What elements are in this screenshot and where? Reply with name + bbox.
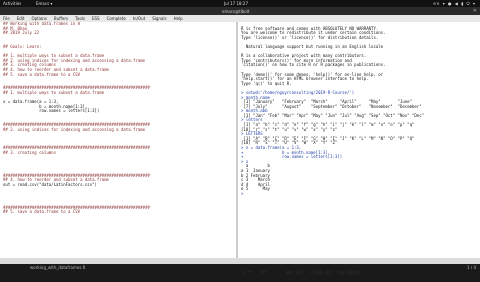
window-title: emacs@tlbolt xyxy=(222,9,250,14)
menu-item-help[interactable]: Help xyxy=(171,15,187,21)
close-icon[interactable]: ✕ xyxy=(473,8,477,14)
menu-item-tools[interactable]: Tools xyxy=(72,15,89,21)
status-icons[interactable]: en ▾ ● ◀ ▮ ⏻ ▾ xyxy=(433,1,476,6)
right-mode-line: U:**- *R* Bot L37 (iESS [R]: run ElDoc) xyxy=(243,270,362,275)
workspace-pager[interactable]: 1 / 4 xyxy=(467,265,476,270)
activities-button[interactable]: Activities xyxy=(3,1,21,6)
menu-item-edit[interactable]: Edit xyxy=(14,15,29,21)
window-titlebar: emacs@tlbolt ✕ xyxy=(0,7,480,15)
clock[interactable]: Jul 17 18:27 xyxy=(224,1,248,6)
app-menu[interactable]: Emacs ▾ xyxy=(36,1,52,6)
menu-item-complete[interactable]: Complete xyxy=(104,15,130,21)
taskbar-item[interactable]: working_with_dataframes.R xyxy=(30,265,85,270)
menu-item-signals[interactable]: Signals xyxy=(149,15,170,21)
r-console-pane[interactable]: R is free software and comes with ABSOLU… xyxy=(238,22,480,258)
menu-item-ess[interactable]: ESS xyxy=(89,15,104,21)
top-system-bar: Activities Emacs ▾ Jul 17 18:27 en ▾ ● ◀… xyxy=(0,0,480,7)
menu-item-options[interactable]: Options xyxy=(28,15,50,21)
menu-item-file[interactable]: File xyxy=(0,15,14,21)
text-line xyxy=(0,220,236,225)
menu-item-buffers[interactable]: Buffers xyxy=(51,15,72,21)
text-line xyxy=(238,220,480,225)
script-editor-pane[interactable]: ## Working with data.frames in R ## M. Bh… xyxy=(0,22,238,258)
emacs-frame: ## Working with data.frames in R ## M. Bh… xyxy=(0,22,480,275)
taskbar: working_with_dataframes.R 1 / 4 xyxy=(0,264,480,270)
menu-bar: File Edit Options Buffers Tools ESS Complete In… xyxy=(0,15,480,22)
menu-item-inout[interactable]: In/Out xyxy=(130,15,149,21)
